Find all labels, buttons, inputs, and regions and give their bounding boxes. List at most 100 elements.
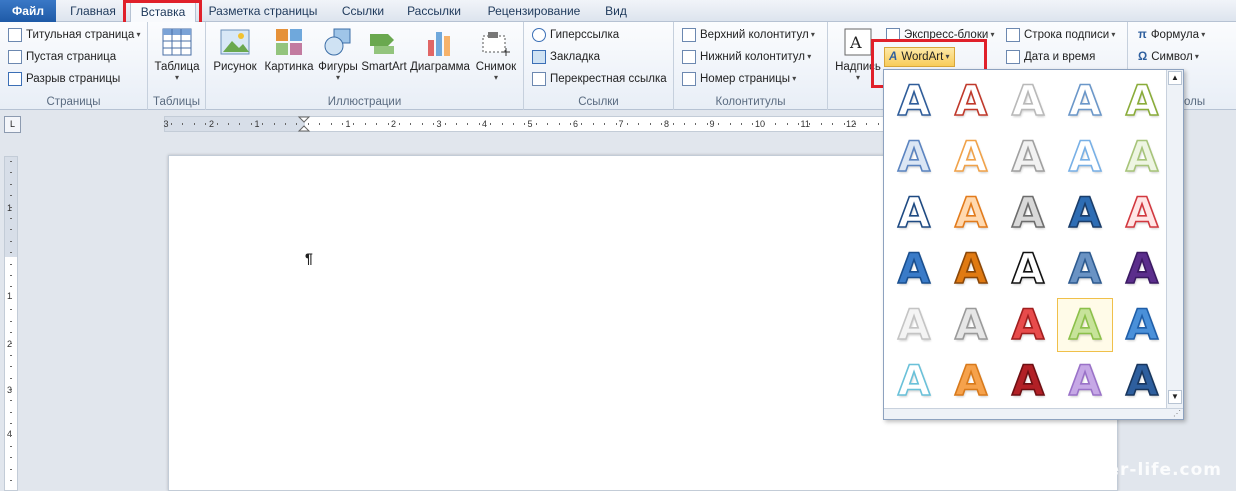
wordart-outline-gray-icon[interactable]: A <box>1000 74 1056 128</box>
shapes-button[interactable]: Фигуры ▾ <box>316 26 360 82</box>
dropdown-arrow-icon: ▾ <box>1199 30 1206 39</box>
wordart-orange-fill-icon[interactable]: A <box>943 242 999 296</box>
wordart-outline-lightblue-icon[interactable]: A <box>1057 74 1113 128</box>
footer-button[interactable]: Нижний колонтитул ▾ <box>682 47 811 67</box>
equation-button[interactable]: π Формула ▾ <box>1138 25 1205 45</box>
picture-button[interactable]: Рисунок <box>212 26 258 73</box>
ruler-dot <box>809 123 811 125</box>
hyperlink-button[interactable]: Гиперссылка <box>532 25 619 45</box>
tab-home[interactable]: Главная <box>60 0 126 22</box>
date-time-label: Дата и время <box>1024 51 1096 63</box>
table-button[interactable]: Таблица ▾ <box>154 26 200 82</box>
ruler-dot <box>205 123 207 125</box>
textbox-button[interactable]: A Надпись ▾ <box>832 26 884 82</box>
date-time-button[interactable]: Дата и время <box>1006 47 1095 67</box>
tab-mailings[interactable]: Рассылки <box>400 0 468 22</box>
wordart-gray-gradient-icon[interactable]: A <box>1000 130 1056 184</box>
wordart-outline-blue-icon[interactable]: A <box>886 74 942 128</box>
hyperlink-label: Гиперссылка <box>550 29 620 41</box>
ruler-dot <box>273 123 275 125</box>
blank-page-button[interactable]: Пустая страница <box>8 47 116 67</box>
page-number-button[interactable]: Номер страницы ▾ <box>682 69 796 89</box>
ruler-dot <box>239 123 241 125</box>
bookmark-button[interactable]: Закладка <box>532 47 600 67</box>
dropdown-arrow-icon: ▾ <box>808 30 815 39</box>
wordart-blue-solid-icon[interactable]: A <box>1057 186 1113 240</box>
wordart-blue-fill-icon[interactable]: A <box>886 242 942 296</box>
cross-reference-label: Перекрестная ссылка <box>550 73 667 85</box>
wordart-outline-red-icon[interactable]: A <box>943 74 999 128</box>
wordart-orange-bold-icon[interactable]: A <box>943 186 999 240</box>
ruler-dot <box>10 389 12 390</box>
tab-insert[interactable]: Вставка <box>130 0 196 23</box>
wordart-blue-gradient-icon[interactable]: A <box>886 130 942 184</box>
wordart-red-outline-icon[interactable]: A <box>1114 186 1170 240</box>
tab-review[interactable]: Рецензирование <box>478 0 590 22</box>
ruler-dot <box>490 123 492 125</box>
group-pages: Титульная страница ▾ Пустая страница Раз… <box>0 22 148 110</box>
paragraph-mark: ¶ <box>305 250 313 266</box>
wordart-gray-3d-icon[interactable]: A <box>943 298 999 352</box>
wordart-dark-red-icon[interactable]: A <box>1000 354 1056 408</box>
wordart-red-3d-icon[interactable]: A <box>1000 298 1056 352</box>
wordart-blue-reflect-icon[interactable]: A <box>1114 298 1170 352</box>
scroll-down-icon[interactable]: ▼ <box>1168 390 1182 404</box>
ruler-dot <box>718 123 720 125</box>
blank-page-label: Пустая страница <box>26 51 117 63</box>
clipart-button[interactable]: Картинка <box>260 26 318 73</box>
cover-page-button[interactable]: Титульная страница ▾ <box>8 25 141 45</box>
wordart-orange-outline-icon[interactable]: A <box>943 130 999 184</box>
header-button[interactable]: Верхний колонтитул ▾ <box>682 25 815 45</box>
wordart-silver-icon[interactable]: A <box>1000 186 1056 240</box>
symbol-button[interactable]: Ω Символ ▾ <box>1138 47 1199 67</box>
wordart-dark-blue-outline-icon[interactable]: A <box>886 186 942 240</box>
smartart-label: SmartArt <box>361 61 407 73</box>
wordart-pale-green-icon[interactable]: A <box>1114 130 1170 184</box>
ruler-dot <box>547 123 549 125</box>
wordart-icon: A <box>889 51 898 63</box>
ruler-dot <box>10 446 12 447</box>
gallery-scrollbar[interactable]: ▲ ▼ <box>1166 70 1183 408</box>
ruler-tick-label: 2 <box>391 119 397 129</box>
scroll-up-icon[interactable]: ▲ <box>1168 71 1182 85</box>
wordart-cyan-outline-icon[interactable]: A <box>886 354 942 408</box>
horizontal-ruler[interactable]: 3 2 1 1 2 3 4 5 6 7 8 9 10 11 12 <box>164 116 886 132</box>
group-tables: Таблица ▾ Таблицы <box>148 22 206 110</box>
tab-view[interactable]: Вид <box>596 0 636 22</box>
tab-references[interactable]: Ссылки <box>332 0 394 22</box>
wordart-black-outline-icon[interactable]: A <box>1000 242 1056 296</box>
resize-grip-icon[interactable]: ⋰ <box>1173 409 1181 418</box>
wordart-sky-outline-icon[interactable]: A <box>1057 130 1113 184</box>
quick-parts-button[interactable]: Экспресс-блоки ▾ <box>886 25 995 45</box>
wordart-button[interactable]: A WordArt ▾ <box>884 47 955 67</box>
ruler-dot <box>353 123 355 125</box>
wordart-orange-gradient-icon[interactable]: A <box>943 354 999 408</box>
ruler-dot <box>182 123 184 125</box>
chart-icon <box>424 26 456 58</box>
indent-marker-icon[interactable] <box>297 116 311 132</box>
table-icon <box>161 26 193 58</box>
smartart-button[interactable]: SmartArt <box>358 26 410 73</box>
ruler-tick-label: 3 <box>163 119 169 129</box>
ruler-dot <box>729 123 731 125</box>
group-label-header-footer: Колонтитулы <box>715 96 786 108</box>
ruler-dot <box>262 123 264 125</box>
signature-line-button[interactable]: Строка подписи ▾ <box>1006 25 1115 45</box>
wordart-green-glow-icon[interactable]: A <box>1057 298 1113 352</box>
screenshot-button[interactable]: Снимок ▾ <box>472 26 520 82</box>
gallery-resize-bar[interactable]: ⋰ <box>884 408 1183 419</box>
vertical-ruler[interactable]: 11234 <box>4 156 18 491</box>
wordart-lavender-icon[interactable]: A <box>1057 354 1113 408</box>
wordart-light-gray-icon[interactable]: A <box>886 298 942 352</box>
chart-button[interactable]: Диаграмма <box>408 26 472 73</box>
page-break-icon <box>8 72 22 86</box>
tab-file[interactable]: Файл <box>0 0 56 22</box>
wordart-outline-green-icon[interactable]: A <box>1114 74 1170 128</box>
tab-selector-button[interactable]: L <box>4 116 21 133</box>
cross-reference-button[interactable]: Перекрестная ссылка <box>532 69 667 89</box>
tab-page-layout[interactable]: Разметка страницы <box>204 0 322 22</box>
page-break-button[interactable]: Разрыв страницы <box>8 69 120 89</box>
wordart-steel-blue-icon[interactable]: A <box>1057 242 1113 296</box>
wordart-purple-icon[interactable]: A <box>1114 242 1170 296</box>
wordart-blue-deep-icon[interactable]: A <box>1114 354 1170 408</box>
